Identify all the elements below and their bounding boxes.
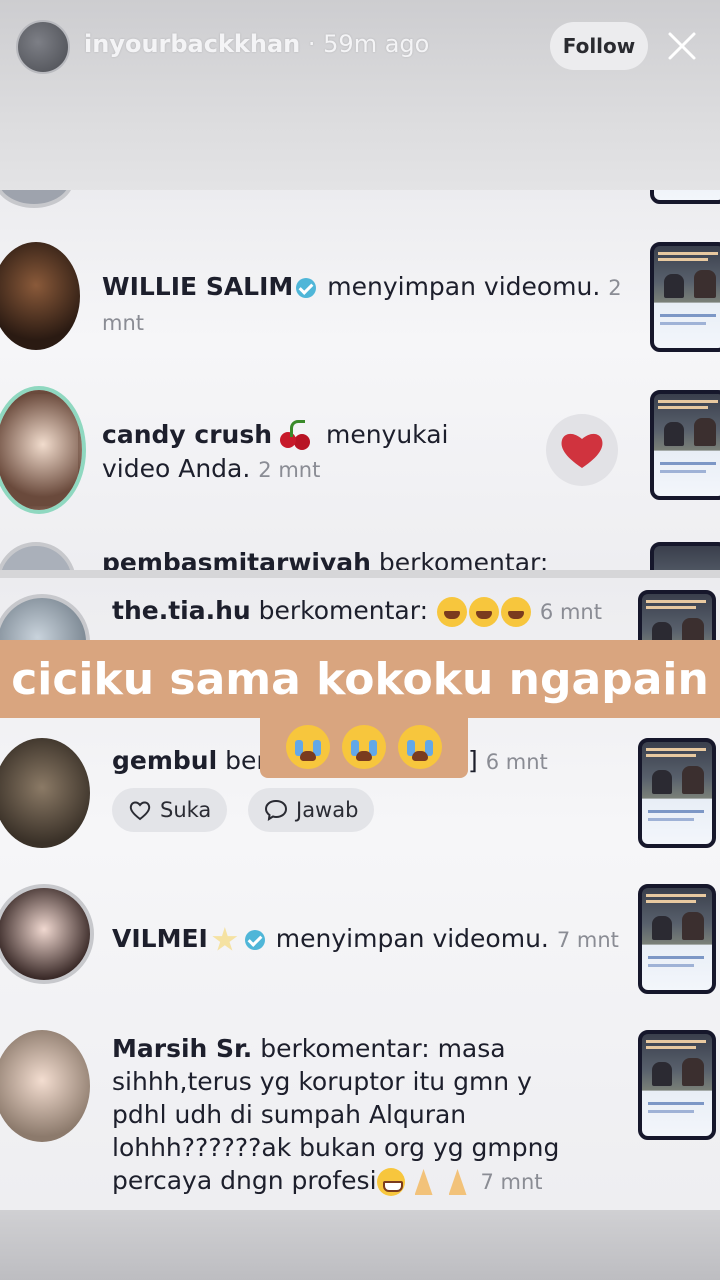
timestamp: 6 mnt [539, 600, 602, 624]
follow-button[interactable]: Follow [550, 22, 648, 70]
caption-emoji-row [260, 716, 468, 778]
avatar[interactable] [0, 738, 90, 848]
username[interactable]: candy crush [102, 420, 272, 449]
reply-label: Jawab [296, 798, 359, 822]
reply-button[interactable]: Jawab [248, 788, 375, 832]
list-item-tail: ] 6 mnt [468, 744, 628, 779]
activity-text: menyimpan videomu. [319, 272, 601, 301]
laughing-icons [436, 596, 532, 627]
like-label: Suka [160, 798, 212, 822]
story-user-line[interactable]: inyourbackkhan · 59m ago [84, 30, 429, 58]
list-item[interactable]: VILMEI menyimpan videomu. 7 mnt [112, 922, 632, 957]
heart-icon [561, 433, 603, 468]
username[interactable]: the.tia.hu [112, 596, 251, 625]
activity-text-tail: ] [468, 746, 478, 775]
like-comment-button[interactable]: Suka [112, 788, 228, 832]
video-thumbnail[interactable] [650, 390, 720, 500]
story-username[interactable]: inyourbackkhan [84, 30, 300, 58]
verified-icon [244, 930, 265, 950]
cherry-icon [278, 420, 312, 452]
timestamp: 2 mnt [258, 458, 321, 482]
avatar[interactable] [0, 542, 76, 570]
avatar[interactable] [0, 390, 82, 510]
video-thumbnail[interactable] [638, 738, 716, 848]
avatar[interactable] [0, 1030, 90, 1142]
timestamp: 7 mnt [556, 928, 619, 952]
pray-icon [443, 1167, 473, 1197]
video-thumbnail[interactable] [650, 190, 720, 204]
timestamp: 6 mnt [485, 750, 548, 774]
close-icon[interactable] [662, 24, 702, 68]
laughing-icon [468, 597, 499, 627]
list-item[interactable]: Marsih Sr. berkomentar: masa sihhh,terus… [112, 1032, 592, 1199]
star-icon [212, 927, 238, 951]
list-item[interactable]: the.tia.hu berkomentar: 6 mnt [112, 594, 632, 629]
username[interactable]: gembul [112, 746, 217, 775]
video-thumbnail[interactable] [638, 1030, 716, 1140]
avatar[interactable] [0, 190, 74, 208]
activity-text: berkomentar: [370, 548, 549, 570]
verified-icon [296, 278, 317, 298]
loudly-crying-icon [286, 725, 330, 769]
story-background-bottom [0, 1210, 720, 1280]
loudly-crying-icon [398, 725, 442, 769]
heart-outline-icon [129, 801, 151, 821]
username[interactable]: VILMEI [112, 924, 208, 953]
story-header: inyourbackkhan · 59m ago Follow [0, 0, 720, 90]
username[interactable]: WILLIE SALIM [102, 272, 293, 301]
username[interactable]: Marsih Sr. [112, 1034, 252, 1063]
video-thumbnail[interactable] [650, 542, 720, 570]
caption-text: ciciku sama kokoku ngapain [0, 640, 720, 718]
avatar[interactable] [0, 884, 94, 984]
list-item[interactable]: WILLIE SALIM menyimpan videomu. 2 mnt [102, 270, 622, 340]
grin-icon [376, 1168, 405, 1196]
comment-icon [264, 799, 288, 821]
story-time: · 59m ago [300, 30, 430, 58]
story-avatar[interactable] [16, 20, 70, 74]
video-thumbnail[interactable] [650, 242, 720, 352]
activity-text: berkomentar: [250, 596, 429, 625]
timestamp: 7 mnt [480, 1170, 543, 1194]
laughing-icon [436, 597, 467, 627]
username[interactable]: pembasmitarwiyah [102, 548, 371, 570]
activity-text: menyimpan videomu. [267, 924, 549, 953]
laughing-icon [500, 597, 531, 627]
notifications-panel-top: WILLIE SALIM menyimpan videomu. 2 mnt ca… [0, 190, 720, 570]
list-item[interactable]: candy crush menyukai video Anda. 2 mnt [102, 418, 512, 487]
avatar[interactable] [0, 242, 80, 350]
like-button[interactable] [546, 414, 618, 486]
pray-icon [409, 1167, 439, 1197]
list-item[interactable]: pembasmitarwiyah berkomentar: [102, 546, 622, 570]
video-thumbnail[interactable] [638, 884, 716, 994]
loudly-crying-icon [342, 725, 386, 769]
